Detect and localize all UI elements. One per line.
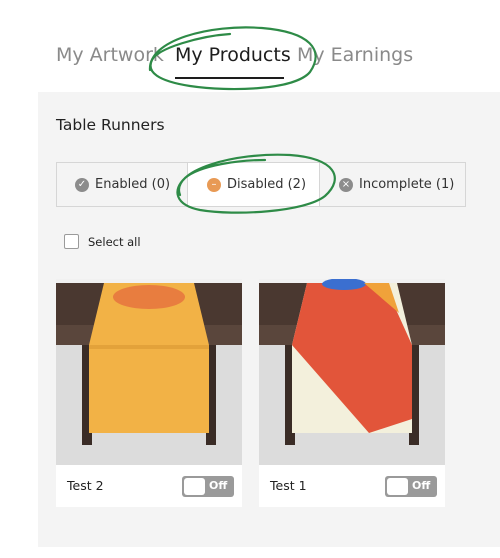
select-all-label: Select all [88, 234, 141, 249]
tab-disabled[interactable]: – Disabled (2) [187, 163, 320, 206]
tab-my-products[interactable]: My Products [175, 44, 291, 66]
product-image[interactable] [56, 279, 242, 465]
top-tabs: My Artwork My Products My Earnings [0, 0, 500, 92]
product-name: Test 1 [270, 478, 307, 493]
toggle-label: Off [209, 479, 228, 492]
product-card[interactable]: Test 1 Off [259, 279, 445, 507]
tab-incomplete-label: Incomplete (1) [359, 177, 455, 192]
product-name: Test 2 [67, 478, 104, 493]
status-filter-tabs: ✓ Enabled (0) – Disabled (2) × Incomplet… [56, 162, 466, 207]
toggle-knob [387, 478, 408, 495]
enable-toggle[interactable]: Off [182, 476, 234, 497]
minus-icon: – [207, 177, 221, 192]
toggle-label: Off [412, 479, 431, 492]
tab-my-earnings[interactable]: My Earnings [297, 44, 413, 66]
tab-enabled-label: Enabled (0) [95, 177, 171, 192]
toggle-knob [184, 478, 205, 495]
tab-enabled[interactable]: ✓ Enabled (0) [75, 163, 170, 206]
check-icon: ✓ [75, 177, 89, 192]
select-all[interactable]: Select all [64, 234, 141, 249]
close-icon: × [339, 177, 353, 192]
product-card[interactable]: Test 2 Off [56, 279, 242, 507]
tab-incomplete[interactable]: × Incomplete (1) [339, 163, 454, 206]
active-tab-underline [175, 77, 284, 79]
tab-disabled-label: Disabled (2) [227, 177, 307, 192]
select-all-checkbox[interactable] [64, 234, 79, 249]
tab-my-artwork[interactable]: My Artwork [56, 44, 164, 66]
product-image[interactable] [259, 279, 445, 465]
enable-toggle[interactable]: Off [385, 476, 437, 497]
section-title: Table Runners [56, 116, 165, 134]
